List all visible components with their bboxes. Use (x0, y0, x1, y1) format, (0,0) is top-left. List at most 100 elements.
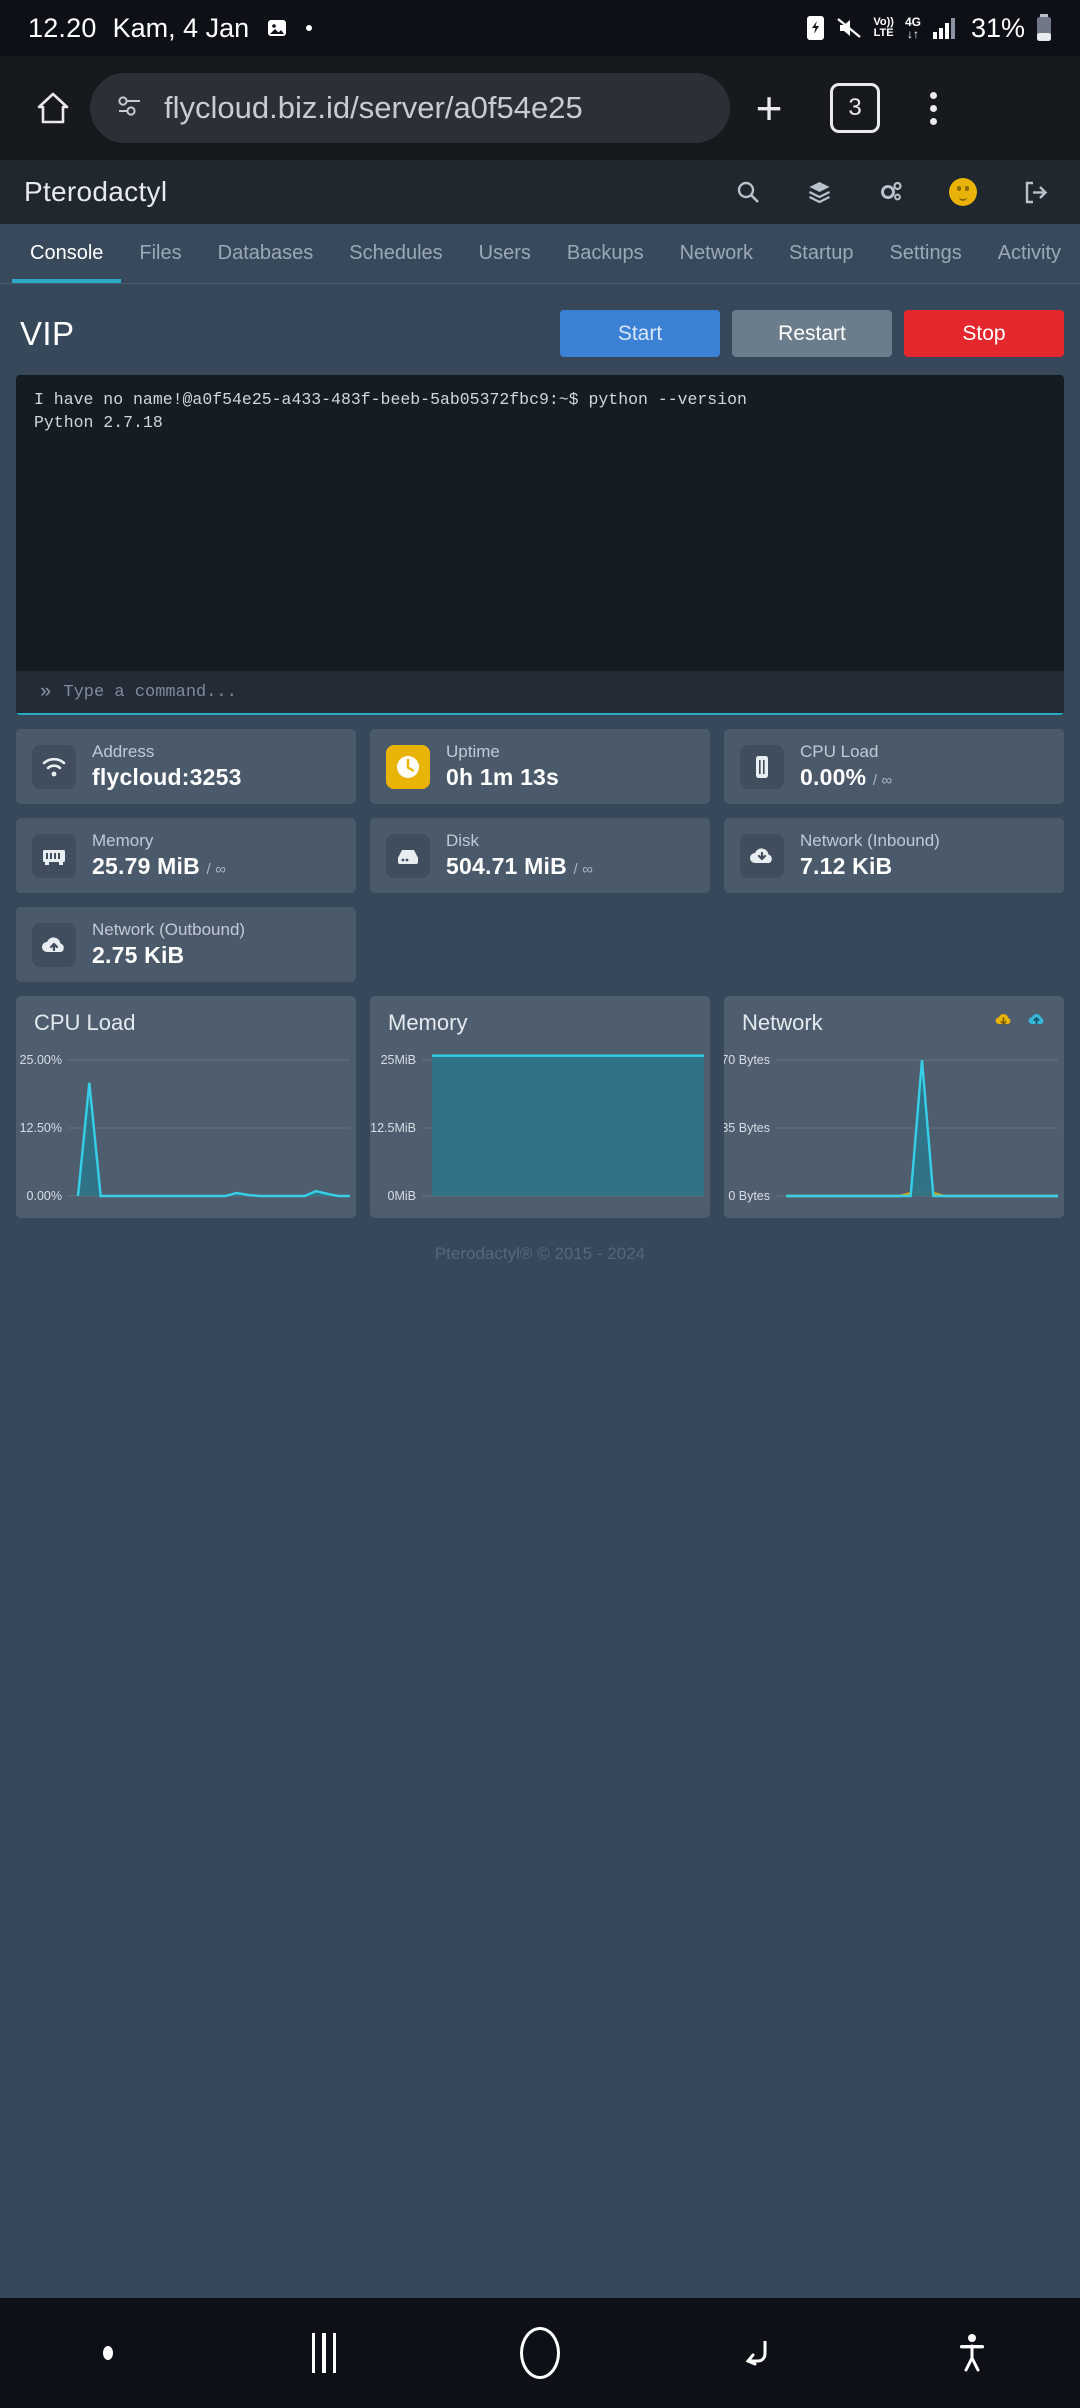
app-brand[interactable]: Pterodactyl (24, 176, 167, 208)
stat-label: CPU Load (800, 742, 879, 761)
svg-text:35 Bytes: 35 Bytes (724, 1121, 770, 1135)
tab-switcher-button[interactable]: 3 (830, 83, 880, 133)
command-input[interactable] (63, 682, 1048, 702)
tab-label: Startup (788, 242, 854, 264)
gear-icon[interactable] (878, 180, 903, 205)
chart-title: Memory (388, 1010, 468, 1035)
svg-text:0 Bytes: 0 Bytes (728, 1189, 770, 1203)
status-bar-right: Vo)) LTE 4G ↓↑ 31% (806, 13, 1052, 44)
nav-accessibility-button[interactable] (864, 2332, 1080, 2374)
chart-title: CPU Load (34, 1010, 136, 1035)
stat-value: flycloud:3253 (92, 764, 242, 790)
browser-menu-button[interactable] (898, 91, 968, 125)
upload-icon[interactable] (1027, 1011, 1046, 1035)
stat-value: 504.71 MiB / ∞ (446, 853, 594, 879)
url-text[interactable]: flycloud.biz.id/server/a0f54e25 (164, 90, 583, 126)
tab-label: Users (478, 242, 531, 264)
tab-label: Files (139, 242, 182, 264)
svg-text:0MiB: 0MiB (388, 1189, 416, 1203)
tab-label: Backups (566, 242, 644, 264)
svg-text:0.00%: 0.00% (27, 1189, 62, 1203)
tab-console[interactable]: Console (12, 224, 122, 283)
search-icon[interactable] (736, 180, 761, 205)
cloud-download-icon (740, 833, 784, 878)
stat-value: 0h 1m 13s (446, 764, 560, 790)
logout-icon[interactable] (1023, 180, 1048, 205)
chart-header: CPU Load (16, 1010, 356, 1036)
status-bar-left: 12.20 Kam, 4 Jan (28, 13, 313, 44)
chart-legend (994, 1011, 1046, 1035)
url-bar[interactable]: flycloud.biz.id/server/a0f54e25 (90, 73, 730, 143)
power-button-group: Start Restart Stop (560, 310, 1064, 357)
stat-value: 25.79 MiB / ∞ (92, 853, 227, 879)
tab-schedules[interactable]: Schedules (331, 224, 460, 283)
nav-recents-button[interactable] (216, 2333, 432, 2373)
tab-settings[interactable]: Settings (871, 224, 979, 283)
tab-activity[interactable]: Activity (980, 224, 1079, 283)
tab-users[interactable]: Users (461, 224, 549, 283)
stop-button[interactable]: Stop (904, 310, 1064, 357)
restart-button[interactable]: Restart (732, 310, 892, 357)
tab-backups[interactable]: Backups (549, 224, 662, 283)
stat-label: Address (92, 742, 155, 761)
app-header: Pterodactyl (0, 160, 1080, 224)
avatar[interactable] (949, 178, 977, 206)
android-nav-bar (0, 2298, 1080, 2408)
stat-label: Memory (92, 831, 154, 850)
svg-text:25MiB: 25MiB (381, 1053, 416, 1067)
chart-plot-network: 0 Bytes 35 Bytes 70 Bytes (724, 1048, 1064, 1218)
chart-card-network: Network 0 Bytes 35 Bytes 70 Bytes (724, 996, 1064, 1218)
console-panel: I have no name!@a0f54e25-a433-483f-beeb-… (16, 375, 1064, 715)
stat-card-uptime: Uptime 0h 1m 13s (370, 729, 710, 804)
disk-icon (386, 833, 430, 878)
signal-icon (932, 16, 958, 40)
stat-card-disk: Disk 504.71 MiB / ∞ (370, 818, 710, 893)
stat-label: Uptime (446, 742, 500, 761)
tab-label: Databases (217, 242, 314, 264)
tab-startup[interactable]: Startup (771, 224, 871, 283)
start-button[interactable]: Start (560, 310, 720, 357)
chart-plot-memory: 0MiB 12.5MiB 25MiB (370, 1048, 710, 1218)
nav-dot-indicator (0, 2346, 216, 2360)
clock-icon (386, 744, 430, 789)
android-status-bar: 12.20 Kam, 4 Jan Vo)) LTE 4G ↓↑ 31% (0, 0, 1080, 56)
download-icon[interactable] (994, 1011, 1013, 1035)
tab-network[interactable]: Network (662, 224, 771, 283)
svg-text:70 Bytes: 70 Bytes (724, 1053, 770, 1067)
chart-plot-cpu: 0.00% 12.50% 25.00% (16, 1048, 356, 1218)
svg-text:12.50%: 12.50% (20, 1121, 62, 1135)
header-icon-group (736, 178, 1058, 206)
cpu-icon (740, 744, 784, 789)
home-button[interactable] (22, 89, 84, 127)
server-tab-bar: Console Files Databases Schedules Users … (0, 224, 1080, 284)
tab-databases[interactable]: Databases (200, 224, 332, 283)
new-tab-button[interactable]: + (730, 85, 808, 131)
stat-card-network-outbound: Network (Outbound) 2.75 KiB (16, 907, 356, 982)
stat-card-grid: Address flycloud:3253 Uptime 0h 1m 13s C… (16, 729, 1064, 982)
site-settings-icon[interactable] (116, 93, 146, 124)
prompt-chevron-icon: » (40, 681, 52, 703)
nav-home-button[interactable] (432, 2327, 648, 2379)
mute-icon (836, 16, 862, 40)
chart-card-memory: Memory 0MiB 12.5MiB 25MiB (370, 996, 710, 1218)
svg-text:25.00%: 25.00% (20, 1053, 62, 1067)
tab-label: Settings (889, 242, 962, 264)
stat-card-cpu-load: CPU Load 0.00% / ∞ (724, 729, 1064, 804)
console-input-row[interactable]: » (16, 671, 1064, 715)
servers-layers-icon[interactable] (807, 180, 832, 205)
cloud-upload-icon (32, 922, 76, 967)
tab-files[interactable]: Files (121, 224, 199, 283)
stat-label: Disk (446, 831, 480, 850)
chart-header: Network (724, 1010, 1064, 1036)
main-content: VIP Start Restart Stop I have no name!@a… (0, 284, 1080, 1264)
tab-label: Schedules (349, 242, 443, 264)
stat-value: 2.75 KiB (92, 942, 185, 968)
wifi-icon (32, 744, 76, 789)
chart-card-cpu-load: CPU Load 0.00% 12.50% 25.00% (16, 996, 356, 1218)
stat-card-memory: Memory 25.79 MiB / ∞ (16, 818, 356, 893)
chart-grid: CPU Load 0.00% 12.50% 25.00% Memory 0MiB 12… (16, 996, 1064, 1218)
browser-toolbar: flycloud.biz.id/server/a0f54e25 + 3 (0, 56, 1080, 160)
server-title-row: VIP Start Restart Stop (16, 284, 1064, 375)
nav-back-button[interactable] (648, 2333, 864, 2373)
tab-label: Network (679, 242, 753, 264)
